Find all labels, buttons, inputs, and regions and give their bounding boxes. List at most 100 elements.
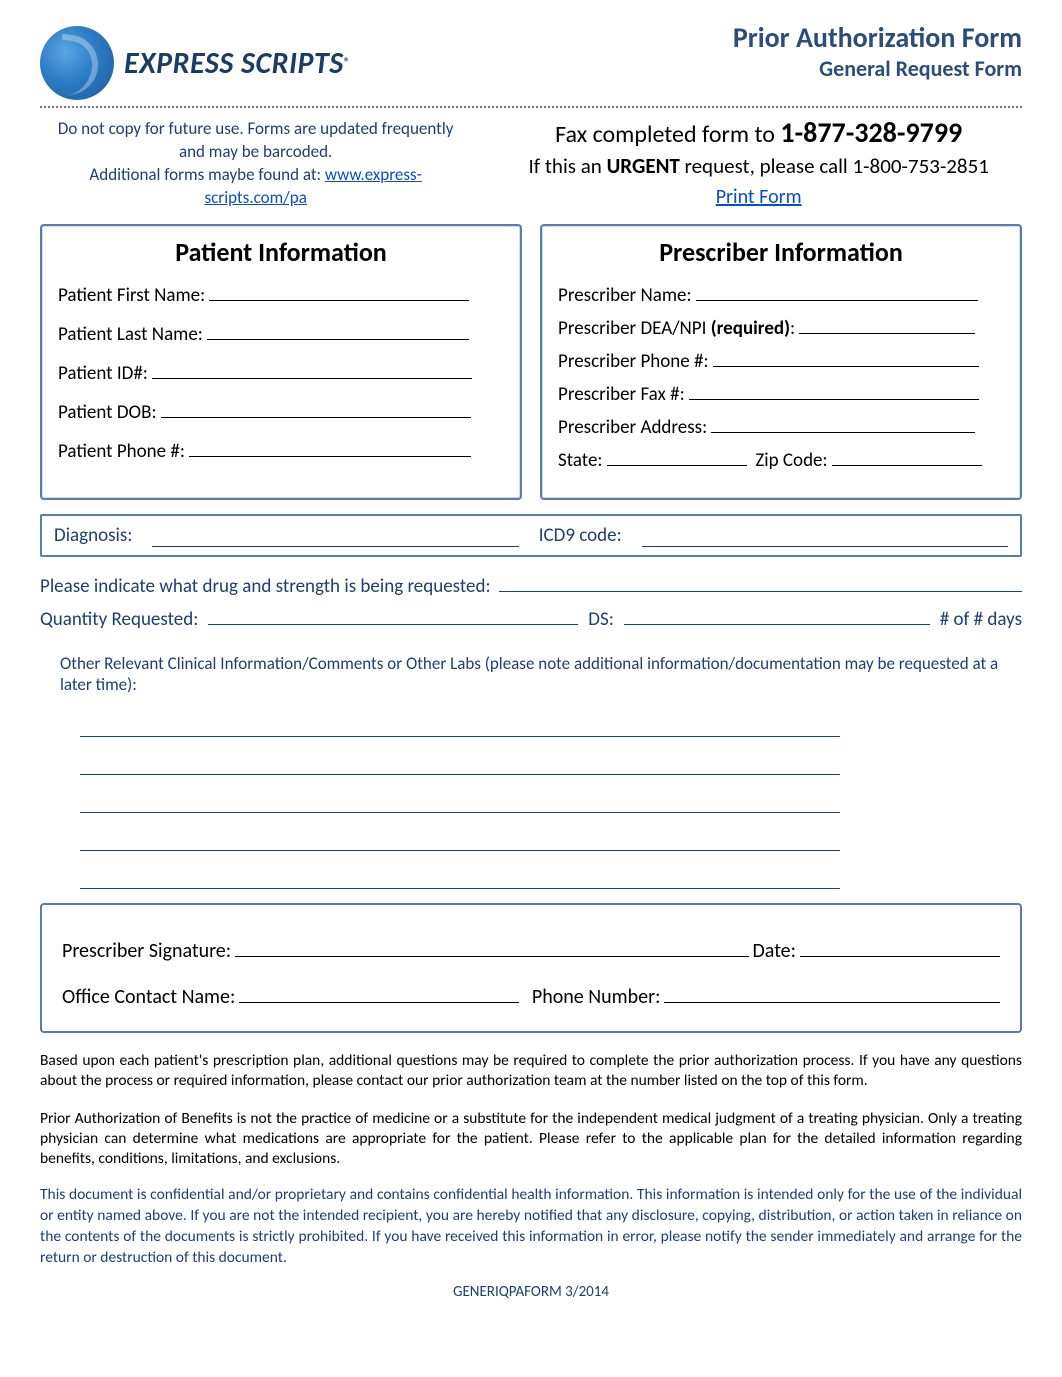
urgent-prefix: If this an [528, 153, 606, 179]
brand-logo: EXPRESS SCRIPTS® [40, 26, 350, 100]
prescriber-fax-label: Prescriber Fax #: [558, 383, 685, 406]
prescriber-dea-field[interactable]: Prescriber DEA/NPI (required): [558, 315, 1004, 340]
office-contact-row: Office Contact Name: Phone Number: [62, 985, 1000, 1009]
prescriber-fax-field[interactable]: Prescriber Fax #: [558, 381, 1004, 406]
prescriber-address-field[interactable]: Prescriber Address: [558, 414, 1004, 439]
right-note: Fax completed form to 1-877-328-9799 If … [495, 114, 1022, 213]
footer-confidentiality: This document is confidential and/or pro… [40, 1185, 1022, 1269]
date-input[interactable] [800, 956, 1000, 957]
urgent-word: URGENT [607, 153, 680, 179]
clinical-info-lines [80, 707, 1022, 889]
prescriber-phone-input[interactable] [713, 348, 979, 367]
drug-request-label: Please indicate what drug and strength i… [40, 575, 491, 598]
prescriber-zip-input[interactable] [832, 447, 982, 466]
urgent-line: If this an URGENT request, please call 1… [495, 152, 1022, 180]
icd-label: ICD9 code: [539, 524, 622, 547]
prescriber-state-label: State: [558, 449, 603, 472]
prescriber-address-label: Prescriber Address: [558, 416, 707, 439]
clinical-line[interactable] [80, 821, 840, 851]
registered-icon: ® [344, 55, 351, 70]
footer-paragraph-1: Based upon each patient's prescription p… [40, 1051, 1022, 1091]
days-label: # of # days [940, 608, 1022, 631]
patient-dob-field[interactable]: Patient DOB: [58, 399, 504, 424]
form-title-main: Prior Authorization Form [733, 20, 1022, 55]
diagnosis-row: Diagnosis: ICD9 code: [40, 514, 1022, 557]
footer-paragraph-2: Prior Authorization of Benefits is not t… [40, 1109, 1022, 1169]
patient-id-input[interactable] [152, 360, 472, 379]
clinical-line[interactable] [80, 859, 840, 889]
page-header: EXPRESS SCRIPTS® Prior Authorization For… [40, 20, 1022, 100]
diagnosis-label: Diagnosis: [54, 524, 132, 547]
print-form-link[interactable]: Print Form [716, 185, 802, 209]
patient-first-name-label: Patient First Name: [58, 284, 205, 307]
prescriber-phone-field[interactable]: Prescriber Phone #: [558, 348, 1004, 373]
patient-id-field[interactable]: Patient ID#: [58, 360, 504, 385]
office-contact-label: Office Contact Name: [62, 985, 235, 1009]
clinical-line[interactable] [80, 745, 840, 775]
prescriber-state-input[interactable] [607, 447, 747, 466]
patient-id-label: Patient ID#: [58, 362, 148, 385]
logo-mark-icon [40, 26, 114, 100]
office-phone-input[interactable] [664, 1002, 1000, 1003]
prescriber-name-input[interactable] [696, 282, 978, 301]
clinical-line[interactable] [80, 783, 840, 813]
quantity-input[interactable] [208, 624, 578, 625]
drug-request-row: Please indicate what drug and strength i… [40, 575, 1022, 598]
prescriber-name-field[interactable]: Prescriber Name: [558, 282, 1004, 307]
ds-label: DS: [588, 608, 614, 631]
date-label: Date: [753, 939, 797, 963]
fax-prefix: Fax completed form to [555, 120, 780, 149]
fax-line: Fax completed form to 1-877-328-9799 [495, 114, 1022, 152]
prescriber-heading: Prescriber Information [558, 236, 1004, 268]
prescriber-address-input[interactable] [711, 414, 975, 433]
patient-dob-label: Patient DOB: [58, 401, 157, 424]
patient-last-name-input[interactable] [207, 321, 469, 340]
urgent-suffix: request, please call 1-800-753-2851 [680, 153, 989, 179]
diagnosis-input[interactable] [152, 524, 518, 547]
brand-text: EXPRESS SCRIPTS [124, 45, 344, 82]
prescriber-zip-label: Zip Code: [755, 449, 827, 472]
office-phone-label: Phone Number: [532, 985, 661, 1009]
patient-phone-input[interactable] [189, 438, 471, 457]
quantity-row: Quantity Requested: DS: # of # days [40, 608, 1022, 631]
prescriber-info-box: Prescriber Information Prescriber Name: … [540, 224, 1022, 500]
patient-phone-field[interactable]: Patient Phone #: [58, 438, 504, 463]
divider [40, 106, 1022, 108]
patient-phone-label: Patient Phone #: [58, 440, 185, 463]
patient-last-name-label: Patient Last Name: [58, 323, 203, 346]
patient-first-name-field[interactable]: Patient First Name: [58, 282, 504, 307]
prescriber-phone-label: Prescriber Phone #: [558, 350, 709, 373]
brand-name: EXPRESS SCRIPTS® [124, 45, 350, 82]
left-note-line1: Do not copy for future use. Forms are up… [48, 118, 463, 164]
ds-input[interactable] [624, 624, 930, 625]
prescriber-dea-colon: : [790, 317, 795, 340]
left-note-line2: Additional forms maybe found at: www.exp… [48, 164, 463, 210]
patient-last-name-field[interactable]: Patient Last Name: [58, 321, 504, 346]
prescriber-dea-input[interactable] [799, 315, 975, 334]
prescriber-dea-label-prefix: Prescriber DEA/NPI [558, 317, 711, 340]
signature-label: Prescriber Signature: [62, 939, 231, 963]
office-contact-input[interactable] [239, 1002, 519, 1003]
clinical-info-label: Other Relevant Clinical Information/Comm… [40, 653, 1022, 695]
clinical-line[interactable] [80, 707, 840, 737]
prescriber-state-zip-row: State: Zip Code: [558, 447, 1004, 472]
icd-input[interactable] [642, 524, 1008, 547]
signature-input[interactable] [235, 956, 748, 957]
signature-box: Prescriber Signature: Date: Office Conta… [40, 903, 1022, 1033]
prescriber-name-label: Prescriber Name: [558, 284, 692, 307]
prescriber-fax-input[interactable] [689, 381, 979, 400]
instructions-row: Do not copy for future use. Forms are up… [40, 114, 1022, 214]
form-titles: Prior Authorization Form General Request… [733, 20, 1022, 83]
left-note: Do not copy for future use. Forms are up… [40, 114, 471, 214]
quantity-label: Quantity Requested: [40, 608, 198, 631]
left-note-prefix: Additional forms maybe found at: [89, 164, 321, 185]
prescriber-dea-required: (required) [711, 317, 790, 340]
drug-request-input[interactable] [499, 591, 1022, 592]
patient-first-name-input[interactable] [209, 282, 469, 301]
patient-info-box: Patient Information Patient First Name: … [40, 224, 522, 500]
form-id: GENERIQPAFORM 3/2014 [40, 1283, 1022, 1301]
signature-row: Prescriber Signature: Date: [62, 939, 1000, 963]
patient-dob-input[interactable] [161, 399, 471, 418]
fax-number: 1-877-328-9799 [780, 115, 962, 150]
patient-heading: Patient Information [58, 236, 504, 268]
